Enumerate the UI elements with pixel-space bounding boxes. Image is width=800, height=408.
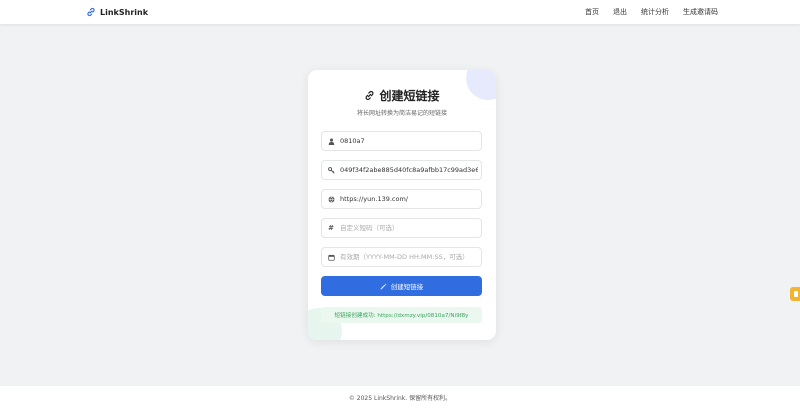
username-input[interactable] xyxy=(340,137,478,145)
key-icon xyxy=(322,166,340,174)
magic-wand-icon xyxy=(380,283,387,289)
brand-name: LinkShrink xyxy=(100,7,149,17)
expiry-input[interactable] xyxy=(340,253,478,261)
nav-links: 首页 退出 统计分析 生成邀请码 xyxy=(585,7,718,17)
calendar-icon xyxy=(322,254,340,261)
hash-icon: # xyxy=(328,224,334,232)
long-url-input[interactable] xyxy=(340,195,478,203)
hand-icon xyxy=(794,291,798,297)
page-title: 创建短链接 xyxy=(308,87,496,104)
create-link-button-label: 创建短链接 xyxy=(390,283,424,291)
top-nav: LinkShrink 首页 退出 统计分析 生成邀请码 xyxy=(0,0,800,24)
username-field xyxy=(321,131,482,151)
create-link-card: 创建短链接 将长网址转换为简洁易记的短链接 # xyxy=(308,70,496,340)
globe-icon xyxy=(322,196,340,203)
custom-code-field: # xyxy=(321,218,482,238)
nav-item-logout[interactable]: 退出 xyxy=(613,7,627,17)
long-url-field xyxy=(321,189,482,209)
api-key-field xyxy=(321,160,482,180)
footer: © 2025 LinkShrink. 保留所有权利。 xyxy=(0,386,800,408)
footer-copyright: © 2025 LinkShrink. 保留所有权利。 xyxy=(348,394,452,402)
link-icon xyxy=(87,7,95,17)
side-floating-button[interactable] xyxy=(790,287,800,301)
nav-item-invite[interactable]: 生成邀请码 xyxy=(683,7,718,17)
page-subtitle: 将长网址转换为简洁易记的短链接 xyxy=(356,110,447,117)
expiry-field xyxy=(321,247,482,267)
nav-item-stats[interactable]: 统计分析 xyxy=(641,7,669,17)
user-icon xyxy=(322,138,340,145)
api-key-input[interactable] xyxy=(340,166,478,174)
page-title-text: 创建短链接 xyxy=(379,89,440,103)
result-text[interactable]: 短链接创建成功: https://dxmzy.vip/0810a7/Ni9f8y xyxy=(335,311,469,319)
brand-logo[interactable]: LinkShrink xyxy=(86,6,148,18)
nav-item-home[interactable]: 首页 xyxy=(585,7,599,17)
result-message: 短链接创建成功: https://dxmzy.vip/0810a7/Ni9f8y xyxy=(321,307,482,323)
custom-code-input[interactable] xyxy=(340,224,478,232)
link-icon xyxy=(366,90,374,101)
create-link-button[interactable]: 创建短链接 xyxy=(321,276,482,296)
